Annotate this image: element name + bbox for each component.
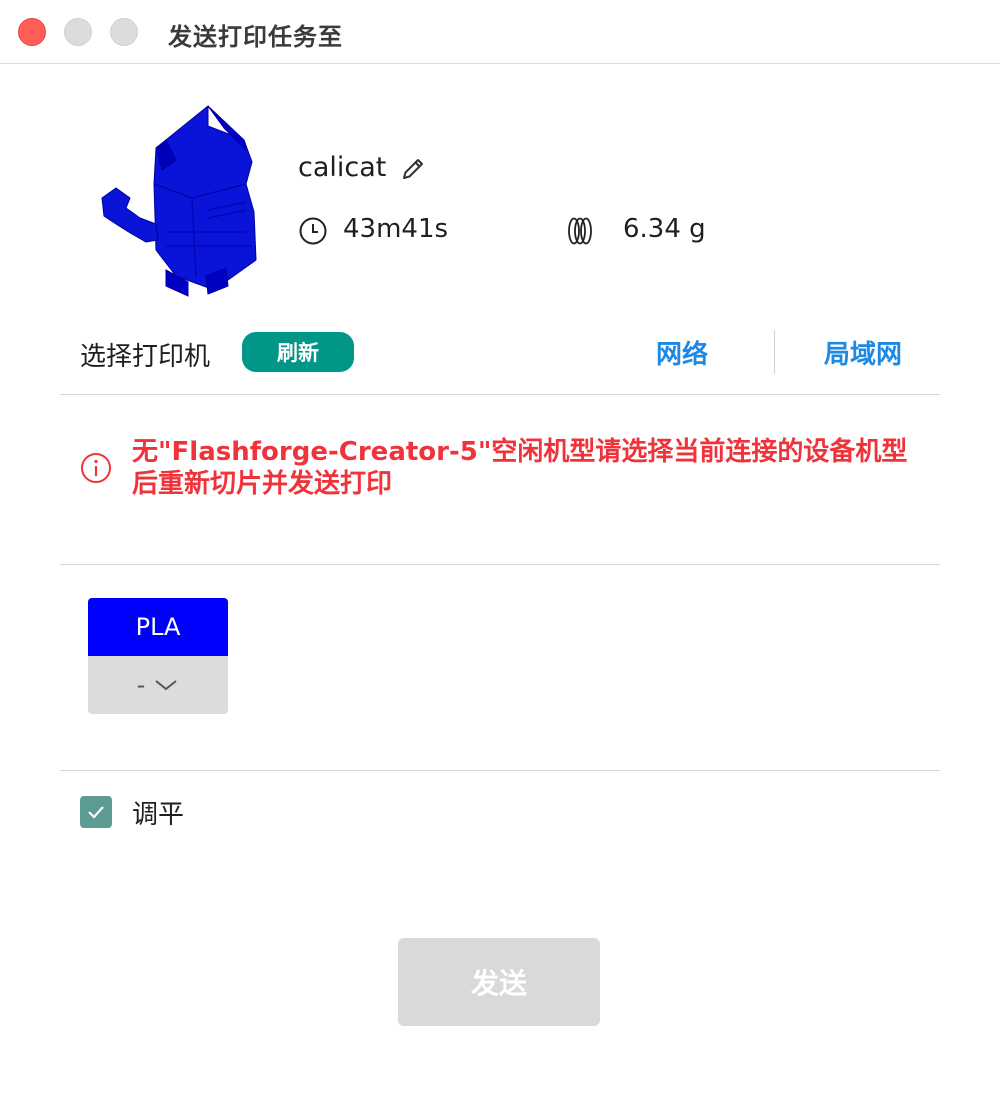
model-thumbnail (101, 104, 257, 297)
filament-mapping-dropdown[interactable]: - (88, 656, 228, 714)
filament-slot[interactable]: PLA - (88, 598, 228, 714)
divider (60, 770, 940, 771)
model-name: calicat (298, 152, 387, 183)
leveling-label: 调平 (132, 800, 185, 830)
filament-mapping-value: - (136, 671, 146, 699)
chevron-down-icon (155, 680, 177, 691)
window-title: 发送打印任务至 (168, 23, 343, 51)
filament-weight: 6.34 g (623, 214, 706, 244)
clock-icon (299, 217, 327, 245)
tab-network[interactable]: 网络 (656, 334, 708, 371)
send-button[interactable]: 发送 (398, 938, 600, 1026)
warning-info-icon (81, 453, 111, 483)
minimize-window-button[interactable] (64, 18, 92, 46)
title-bar: 发送打印任务至 (0, 0, 1000, 64)
send-print-dialog: 发送打印任务至 calicat 43m41s 6.34 g 选择打印机 刷新 网… (0, 0, 1000, 1120)
checkmark-icon (88, 806, 104, 819)
tab-lan[interactable]: 局域网 (824, 334, 902, 371)
print-time: 43m41s (343, 214, 449, 244)
warning-message: 无"Flashforge-Creator-5"空闲机型请选择当前连接的设备机型后… (132, 437, 908, 499)
close-window-button[interactable] (18, 18, 46, 46)
tab-divider (774, 330, 775, 374)
divider (60, 394, 940, 395)
divider (60, 564, 940, 565)
select-printer-label: 选择打印机 (80, 342, 211, 372)
filament-spool-icon (568, 217, 592, 245)
edit-pencil-icon[interactable] (398, 154, 428, 184)
maximize-window-button[interactable] (110, 18, 138, 46)
refresh-button[interactable]: 刷新 (242, 332, 354, 372)
leveling-checkbox[interactable] (80, 796, 112, 828)
filament-type-label: PLA (88, 598, 228, 656)
